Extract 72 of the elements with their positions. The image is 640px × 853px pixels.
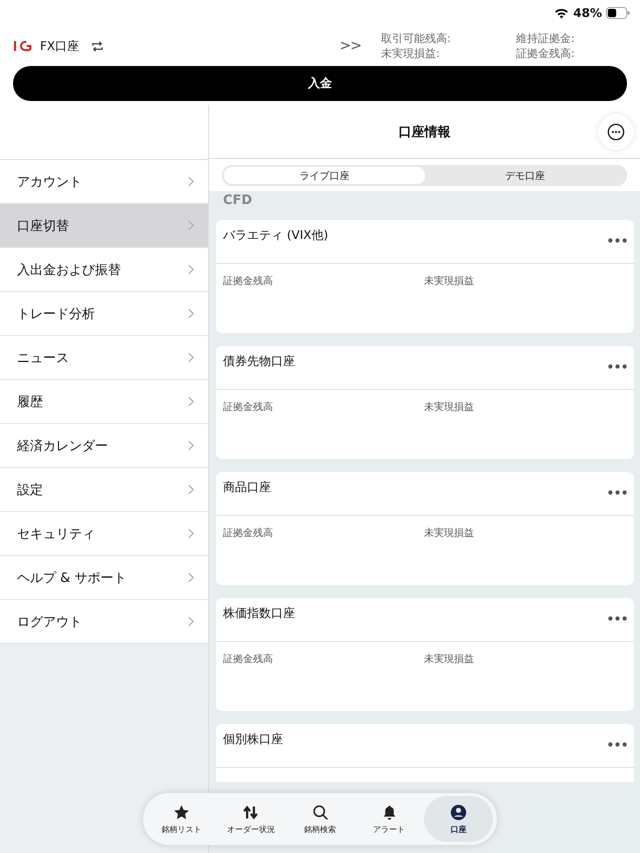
field-label: 未実現損益 (424, 652, 475, 666)
tab-item[interactable]: 銘柄検索 (285, 796, 355, 842)
sort-arrows-icon (242, 804, 260, 820)
sidebar-item[interactable]: 経済カレンダー (0, 424, 208, 468)
account-icon (450, 804, 467, 820)
field-label: 証拠金残高 (223, 526, 274, 540)
chevron-icon (187, 616, 194, 627)
field-label: 証拠金残高 (223, 274, 274, 288)
more-dots-icon[interactable] (608, 490, 627, 495)
segment-tab[interactable]: デモ口座 (424, 167, 625, 184)
summary-label: 維持証拠金: (516, 31, 576, 46)
expand-toggle[interactable]: >> (340, 38, 361, 54)
account-card[interactable]: 株価指数口座 証拠金残高 未実現損益 (216, 598, 634, 711)
star-icon (173, 804, 190, 820)
panel-title: 口座情報 (398, 124, 450, 140)
section-label: CFD (223, 193, 254, 208)
sidebar-item[interactable]: アカウント (0, 160, 208, 204)
more-dots-icon[interactable] (608, 742, 627, 747)
card-title: 個別株口座 (223, 731, 283, 748)
chevron-icon (187, 440, 194, 451)
battery-icon (606, 7, 630, 19)
switch-icon[interactable] (91, 40, 104, 52)
sidebar-item[interactable]: 口座切替 (0, 204, 208, 248)
account-card[interactable]: 債券先物口座 証拠金残高 未実現損益 (216, 346, 634, 459)
chevron-icon (187, 528, 194, 539)
chevron-icon (187, 572, 194, 583)
sidebar-item[interactable]: 履歴 (0, 380, 208, 424)
more-button[interactable] (598, 114, 634, 150)
summary-label: 取引可能残高: (381, 31, 452, 46)
more-icon (607, 123, 625, 141)
account-card[interactable]: 個別株口座 (216, 724, 634, 782)
account-name[interactable]: FX口座 (40, 38, 80, 54)
deposit-button[interactable]: 入金 (13, 66, 627, 101)
chevron-icon (187, 220, 194, 231)
field-label: 証拠金残高 (223, 400, 274, 414)
more-dots-icon[interactable] (608, 238, 627, 243)
sidebar-item[interactable]: ニュース (0, 336, 208, 380)
sidebar-item[interactable]: ヘルプ & サポート (0, 556, 208, 600)
battery-percent: 48% (573, 6, 602, 20)
field-label: 未実現損益 (424, 400, 475, 414)
tab-item[interactable]: オーダー状況 (216, 796, 286, 842)
chevron-icon (187, 176, 194, 187)
tab-item[interactable]: アラート (354, 796, 424, 842)
sidebar-item[interactable]: セキュリティ (0, 512, 208, 556)
search-icon (312, 804, 328, 820)
chevron-icon (187, 396, 194, 407)
account-card[interactable]: 商品口座 証拠金残高 未実現損益 (216, 472, 634, 585)
summary-label: 証拠金残高: (516, 46, 576, 61)
chevron-icon (187, 352, 194, 363)
sidebar-item[interactable]: 設定 (0, 468, 208, 512)
chevron-icon (187, 264, 194, 275)
summary-label: 未実現損益: (381, 46, 441, 61)
more-dots-icon[interactable] (608, 364, 627, 369)
tab-item[interactable]: 銘柄リスト (147, 796, 216, 842)
sidebar-item[interactable]: 入出金および振替 (0, 248, 208, 292)
chevron-icon (187, 308, 194, 319)
field-label: 証拠金残高 (223, 652, 274, 666)
field-label: 未実現損益 (424, 274, 475, 288)
tab-item[interactable]: 口座 (424, 796, 494, 842)
card-title: 株価指数口座 (223, 605, 295, 622)
account-card[interactable]: バラエティ (VIX他) 証拠金残高 未実現損益 (216, 220, 634, 333)
chevron-icon (187, 484, 194, 495)
wifi-icon (554, 8, 570, 18)
sidebar-item[interactable]: ログアウト (0, 600, 208, 644)
card-title: 商品口座 (223, 479, 271, 496)
more-dots-icon[interactable] (608, 616, 627, 621)
field-label: 未実現損益 (424, 526, 475, 540)
logo-icon (14, 39, 32, 53)
sidebar-item[interactable]: トレード分析 (0, 292, 208, 336)
segment-tab[interactable]: ライブ口座 (224, 167, 424, 184)
card-title: バラエティ (VIX他) (223, 227, 328, 244)
card-title: 債券先物口座 (223, 353, 295, 370)
